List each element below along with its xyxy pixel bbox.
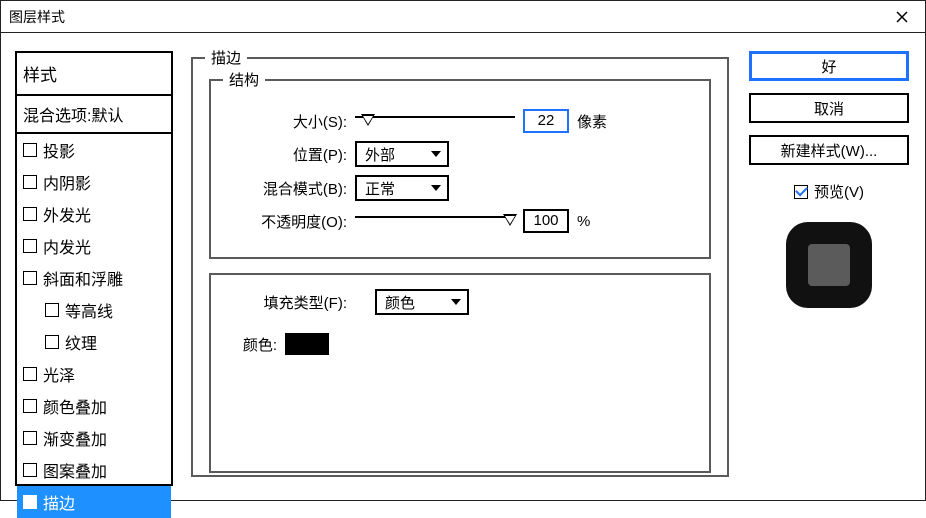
checkbox-icon[interactable] (23, 207, 37, 221)
checkbox-icon[interactable] (23, 367, 37, 381)
style-item[interactable]: 描边 (17, 486, 171, 518)
new-style-button[interactable]: 新建样式(W)... (749, 135, 909, 165)
color-swatch[interactable] (285, 333, 329, 355)
style-item[interactable]: 光泽 (17, 358, 171, 390)
style-item-label: 投影 (43, 138, 75, 162)
styles-header[interactable]: 样式 (17, 53, 171, 96)
chevron-down-icon (431, 151, 441, 157)
style-item[interactable]: 颜色叠加 (17, 390, 171, 422)
style-item[interactable]: 内发光 (17, 230, 171, 262)
checkbox-icon[interactable] (45, 303, 59, 317)
blend-mode-select[interactable]: 正常 (355, 175, 449, 201)
blend-mode-value: 正常 (365, 178, 395, 199)
check-icon (794, 185, 808, 199)
position-label: 位置(P): (225, 144, 355, 165)
color-label: 颜色: (225, 334, 285, 355)
layer-style-dialog: 图层样式 样式 混合选项:默认 投影内阴影外发光内发光斜面和浮雕等高线纹理光泽颜… (0, 0, 926, 501)
preview-label: 预览(V) (814, 181, 864, 202)
style-item-label: 等高线 (65, 298, 113, 322)
size-unit: 像素 (577, 111, 607, 132)
size-input[interactable]: 22 (523, 109, 569, 133)
style-item-label: 描边 (43, 490, 75, 514)
size-slider[interactable] (355, 112, 515, 130)
cancel-button[interactable]: 取消 (749, 93, 909, 123)
opacity-label: 不透明度(O): (225, 211, 355, 232)
blend-defaults[interactable]: 混合选项:默认 (17, 96, 171, 134)
stroke-settings: 描边 结构 大小(S): 22 像素 位置(P): (191, 51, 729, 486)
style-item-label: 内阴影 (43, 170, 91, 194)
opacity-input[interactable]: 100 (523, 209, 569, 233)
style-item-label: 外发光 (43, 202, 91, 226)
style-item-label: 颜色叠加 (43, 394, 107, 418)
titlebar: 图层样式 (1, 1, 925, 33)
ok-button[interactable]: 好 (749, 51, 909, 81)
close-button[interactable] (879, 1, 925, 32)
position-select[interactable]: 外部 (355, 141, 449, 167)
checkbox-icon[interactable] (23, 495, 37, 509)
checkbox-icon[interactable] (23, 143, 37, 157)
checkbox-icon[interactable] (23, 271, 37, 285)
style-item[interactable]: 投影 (17, 134, 171, 166)
structure-title: 结构 (223, 69, 265, 90)
chevron-down-icon (431, 185, 441, 191)
blend-mode-label: 混合模式(B): (225, 178, 355, 199)
fill-type-value: 颜色 (385, 292, 415, 313)
style-item-label: 图案叠加 (43, 458, 107, 482)
fill-type-label: 填充类型(F): (225, 292, 355, 313)
style-item-label: 渐变叠加 (43, 426, 107, 450)
style-item[interactable]: 外发光 (17, 198, 171, 230)
style-item-label: 光泽 (43, 362, 75, 386)
checkbox-icon[interactable] (23, 431, 37, 445)
styles-list: 样式 混合选项:默认 投影内阴影外发光内发光斜面和浮雕等高线纹理光泽颜色叠加渐变… (15, 51, 173, 486)
style-item-label: 内发光 (43, 234, 91, 258)
preview-thumbnail (786, 222, 872, 308)
checkbox-icon[interactable] (23, 399, 37, 413)
style-item[interactable]: 图案叠加 (17, 454, 171, 486)
fill-type-select[interactable]: 颜色 (375, 289, 469, 315)
size-label: 大小(S): (225, 111, 355, 132)
dialog-body: 样式 混合选项:默认 投影内阴影外发光内发光斜面和浮雕等高线纹理光泽颜色叠加渐变… (1, 33, 925, 500)
style-item[interactable]: 斜面和浮雕 (17, 262, 171, 294)
chevron-down-icon (451, 299, 461, 305)
stroke-group-title: 描边 (205, 47, 247, 68)
position-value: 外部 (365, 144, 395, 165)
window-title: 图层样式 (9, 7, 65, 27)
checkbox-icon[interactable] (23, 175, 37, 189)
opacity-slider[interactable] (355, 212, 515, 230)
opacity-unit: % (577, 213, 590, 230)
close-icon (896, 11, 908, 23)
right-buttons: 好 取消 新建样式(W)... 预览(V) (747, 51, 911, 486)
checkbox-icon[interactable] (23, 463, 37, 477)
style-item[interactable]: 渐变叠加 (17, 422, 171, 454)
style-item[interactable]: 纹理 (17, 326, 171, 358)
preview-checkbox[interactable]: 预览(V) (794, 181, 864, 202)
style-item[interactable]: 等高线 (17, 294, 171, 326)
style-item-label: 斜面和浮雕 (43, 266, 123, 290)
style-item[interactable]: 内阴影 (17, 166, 171, 198)
style-item-label: 纹理 (65, 330, 97, 354)
checkbox-icon[interactable] (23, 239, 37, 253)
checkbox-icon[interactable] (45, 335, 59, 349)
